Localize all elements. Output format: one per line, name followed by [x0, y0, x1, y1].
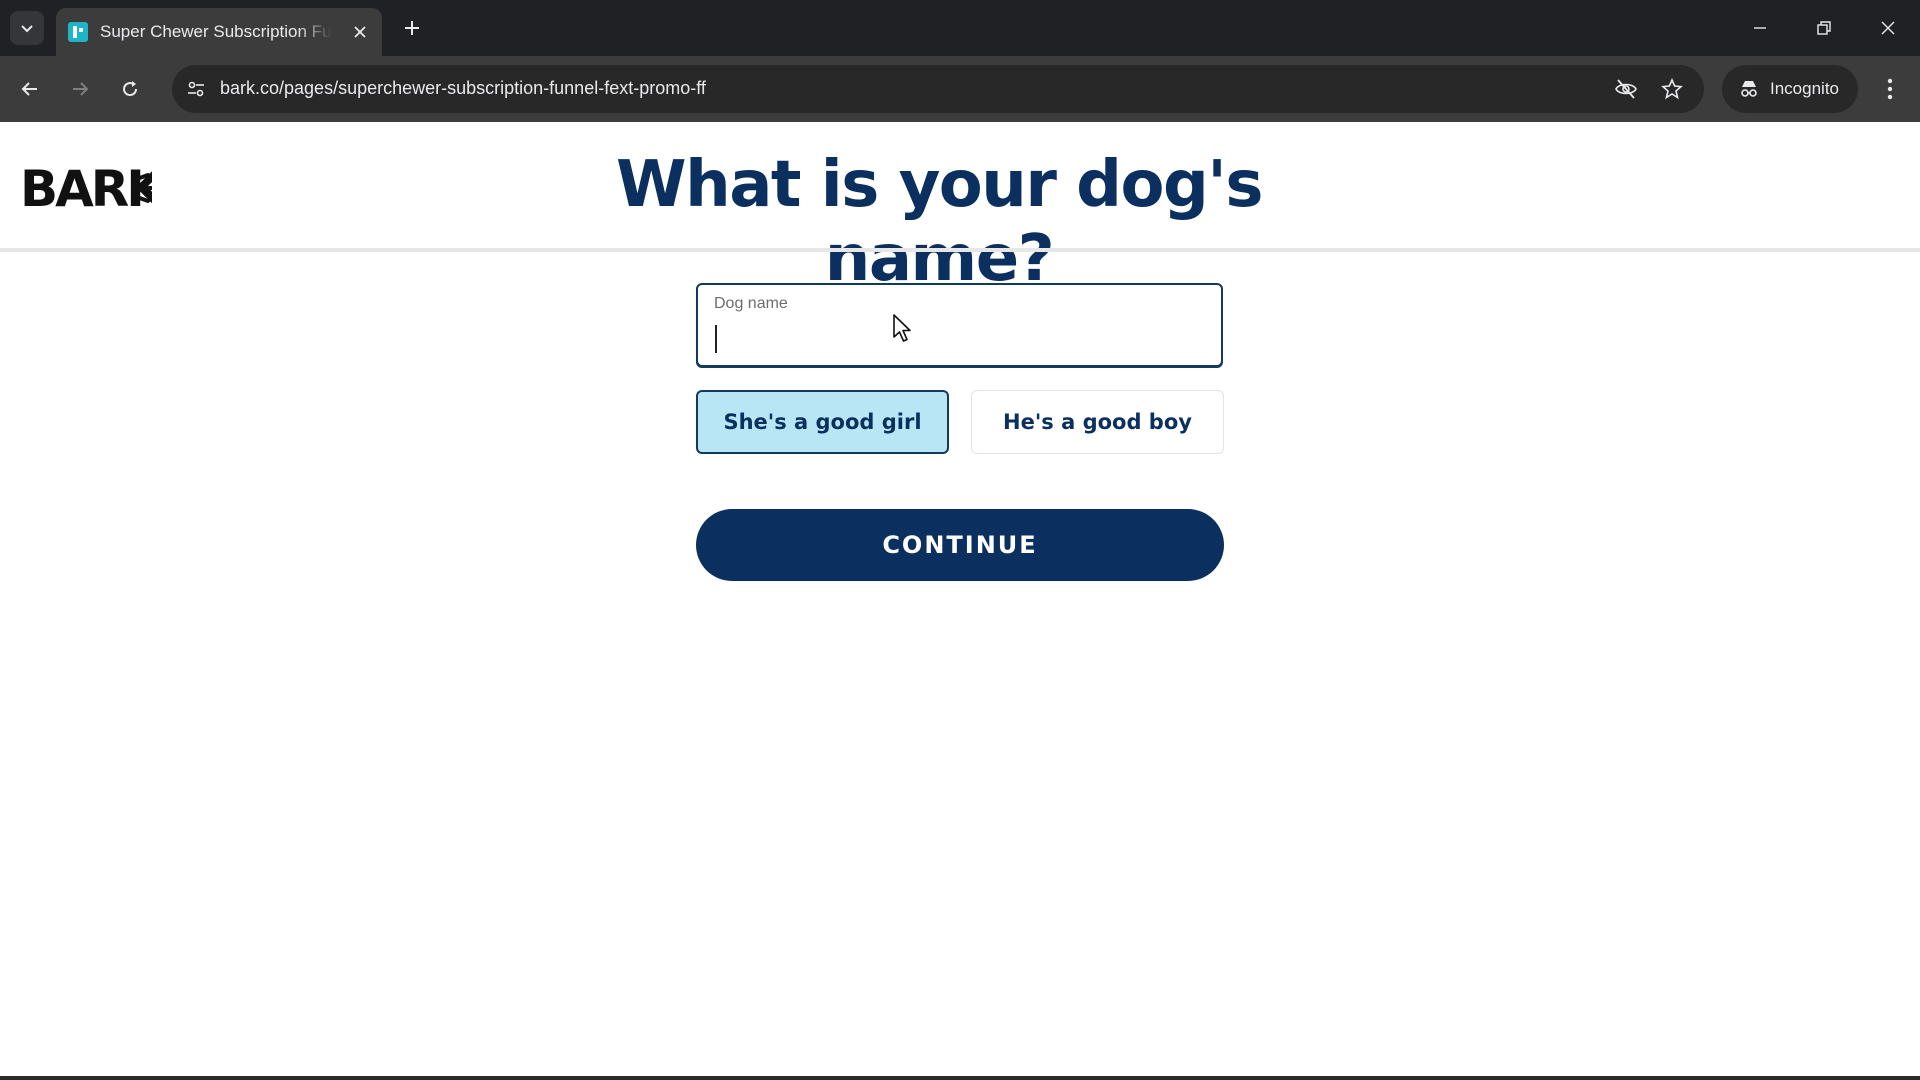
reload-icon	[123, 81, 138, 97]
chevron-down-icon	[21, 25, 33, 33]
plus-icon	[405, 21, 419, 35]
dog-name-field[interactable]: Dog name	[696, 283, 1223, 367]
arrow-left-icon	[21, 82, 37, 96]
forward-button[interactable]	[62, 71, 98, 107]
address-bar[interactable]: bark.co/pages/superchewer-subscription-f…	[172, 65, 1704, 113]
close-icon	[354, 26, 366, 38]
back-button[interactable]	[12, 71, 48, 107]
logo-text: BARK	[20, 160, 152, 214]
good-girl-button[interactable]: She's a good girl	[696, 390, 949, 454]
tab-search-button[interactable]	[10, 11, 44, 45]
web-page: BARK What is your dog's name? Dog name S…	[0, 122, 1920, 1080]
header-divider	[0, 248, 1920, 252]
more-vertical-icon	[1887, 78, 1893, 100]
browser-tab-active[interactable]: Super Chewer Subscription Funnel	[56, 8, 382, 56]
close-window-button[interactable]	[1868, 12, 1908, 44]
bookmark-button[interactable]	[1658, 75, 1686, 103]
close-icon	[1881, 21, 1895, 35]
restore-button[interactable]	[1804, 12, 1844, 44]
url-text[interactable]: bark.co/pages/superchewer-subscription-f…	[220, 78, 706, 99]
page-title: What is your dog's name?	[616, 148, 1263, 296]
site-info-button[interactable]	[182, 75, 210, 103]
tracking-protection-button[interactable]	[1612, 75, 1640, 103]
dog-name-input[interactable]	[712, 319, 1192, 353]
browser-menu-button[interactable]	[1872, 71, 1908, 107]
tab-close-button[interactable]	[350, 22, 370, 42]
browser-toolbar: bark.co/pages/superchewer-subscription-f…	[0, 56, 1920, 122]
minimize-icon	[1754, 27, 1766, 29]
incognito-label: Incognito	[1770, 79, 1839, 98]
eye-off-icon	[1615, 79, 1637, 99]
continue-button[interactable]: CONTINUE	[696, 509, 1224, 581]
tab-strip: Super Chewer Subscription Funnel	[0, 0, 1920, 56]
new-tab-button[interactable]	[398, 14, 426, 42]
mouse-pointer-icon	[893, 314, 911, 342]
tab-title: Super Chewer Subscription Funnel	[100, 22, 332, 41]
bark-logo[interactable]: BARK	[20, 160, 152, 214]
good-boy-button[interactable]: He's a good boy	[971, 390, 1224, 454]
minimize-button[interactable]	[1740, 12, 1780, 44]
tune-icon	[188, 81, 204, 97]
bark-favicon-icon	[68, 22, 88, 42]
arrow-right-icon	[73, 82, 89, 96]
text-caret	[715, 325, 717, 353]
incognito-profile-button[interactable]: Incognito	[1722, 65, 1858, 113]
star-icon	[1661, 78, 1683, 100]
restore-icon	[1817, 21, 1831, 35]
reload-button[interactable]	[112, 71, 148, 107]
site-header: BARK What is your dog's name?	[0, 122, 1920, 296]
question-heading-wrap: What is your dog's name?	[520, 148, 1358, 296]
browser-chrome: Super Chewer Subscription Funnel	[0, 0, 1920, 122]
dog-name-label: Dog name	[714, 295, 788, 312]
page-bottom-edge	[0, 1076, 1920, 1080]
incognito-icon	[1741, 81, 1757, 97]
